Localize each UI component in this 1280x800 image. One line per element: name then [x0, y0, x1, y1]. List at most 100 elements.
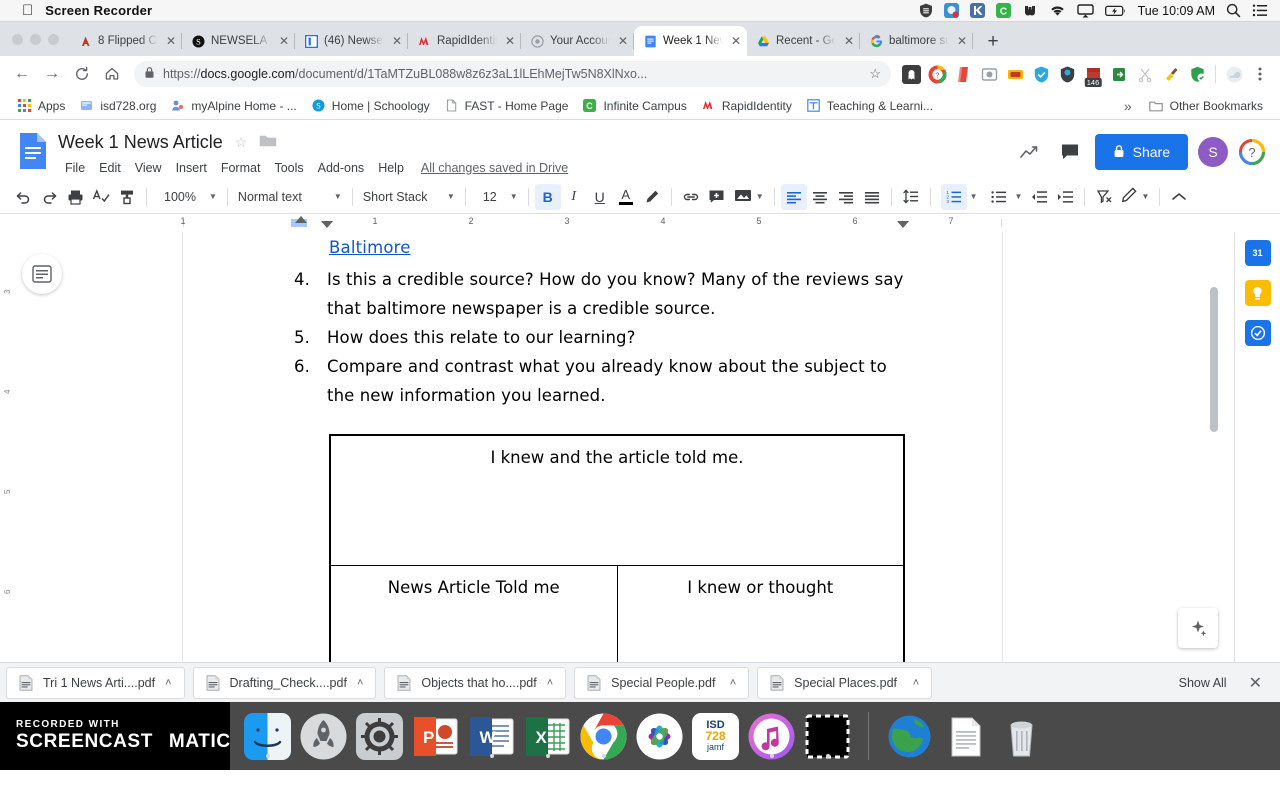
menu-view[interactable]: View: [128, 158, 169, 178]
table-header-cell[interactable]: I knew and the article told me.: [329, 434, 905, 566]
scissors-icon[interactable]: [1133, 62, 1157, 86]
document-hyperlink[interactable]: Baltimore: [329, 238, 906, 257]
apple-menu-icon[interactable]: : [8, 3, 45, 18]
close-tab-icon[interactable]: ✕: [729, 34, 743, 48]
system-preferences-icon[interactable]: [356, 712, 403, 760]
close-tab-icon[interactable]: ✕: [390, 34, 404, 48]
document-workspace[interactable]: 3 4 5 6 Baltimore 4. Is this a credible …: [0, 232, 1280, 662]
bookmark-teaching-learning[interactable]: Teaching & Learni...: [799, 95, 940, 116]
bookmark-isd728[interactable]: isd728.org: [72, 95, 163, 116]
document-ruler[interactable]: 1 1 2 3 4 5 6 7: [0, 214, 1280, 232]
safari-globe-icon[interactable]: [886, 713, 933, 760]
video-icon[interactable]: [1003, 62, 1027, 86]
screen-recorder-icon[interactable]: [804, 713, 851, 760]
cloud-icon[interactable]: [1222, 62, 1246, 86]
list-item-text[interactable]: Is this a credible source? How do you kn…: [327, 265, 906, 323]
align-justify-button[interactable]: [859, 184, 885, 210]
photos-icon[interactable]: [636, 713, 683, 760]
right-indent-marker[interactable]: [897, 221, 909, 228]
bookmark-myalpine[interactable]: myAlpine Home - ...: [163, 95, 303, 116]
insert-image-dropdown[interactable]: ▼: [730, 184, 768, 210]
window-controls[interactable]: [8, 22, 69, 56]
italic-button[interactable]: I: [561, 184, 587, 210]
battery-icon[interactable]: [1104, 5, 1127, 17]
menu-format[interactable]: Format: [214, 158, 268, 178]
redo-button[interactable]: [36, 184, 62, 210]
browser-tab-6[interactable]: Recent - Goo ✕: [747, 26, 860, 56]
bulleted-list-button[interactable]: [986, 184, 1012, 210]
itunes-icon[interactable]: [748, 713, 795, 760]
bulleted-list-dropdown[interactable]: ▼: [982, 184, 1027, 210]
increase-indent-button[interactable]: [1052, 184, 1078, 210]
text-color-button[interactable]: A: [613, 184, 639, 210]
close-downloads-shelf-button[interactable]: ✕: [1243, 673, 1268, 693]
font-family-dropdown[interactable]: Short Stack ▼: [359, 184, 459, 210]
browser-tab-3[interactable]: RapidIdentity ✕: [408, 26, 521, 56]
numbered-list-dropdown[interactable]: 123 ▼: [937, 183, 982, 210]
list-item[interactable]: 6. Compare and contrast what you already…: [279, 352, 906, 410]
document-outline-button[interactable]: [22, 254, 62, 294]
shield-dark-icon[interactable]: [1055, 62, 1079, 86]
bookmarks-overflow-button[interactable]: »: [1114, 98, 1142, 114]
document-page[interactable]: Baltimore 4. Is this a credible source? …: [183, 232, 1002, 662]
menu-edit[interactable]: Edit: [92, 158, 128, 178]
calendar-icon[interactable]: 31: [1244, 240, 1271, 266]
clear-formatting-button[interactable]: [1091, 184, 1117, 210]
browser-tab-4[interactable]: Your Account ✕: [521, 26, 634, 56]
ruler-track[interactable]: 1 1 2 3 4 5 6 7: [180, 214, 1002, 231]
home-button[interactable]: [98, 60, 126, 88]
list-item-text[interactable]: Compare and contrast what you already kn…: [327, 352, 906, 410]
avatar[interactable]: S: [1198, 137, 1228, 167]
checkmark-shield-icon[interactable]: [1185, 62, 1209, 86]
chevron-up-icon[interactable]: ˄: [547, 677, 553, 689]
chrome-profile-icon[interactable]: ?: [925, 62, 949, 86]
page-title[interactable]: Week 1 News Article: [58, 132, 223, 153]
word-icon[interactable]: W: [468, 713, 515, 760]
three-dot-menu-icon[interactable]: [1248, 62, 1272, 86]
align-center-button[interactable]: [807, 184, 833, 210]
finder-icon[interactable]: [244, 712, 291, 760]
chevron-up-icon[interactable]: ˄: [913, 677, 919, 689]
binoculars-icon[interactable]: [1022, 4, 1038, 18]
minimize-window-button[interactable]: [30, 33, 41, 45]
google-docs-app-icon[interactable]: [18, 132, 48, 170]
search-icon[interactable]: [1226, 3, 1241, 18]
close-tab-icon[interactable]: ✕: [842, 34, 856, 48]
forward-button[interactable]: →: [38, 60, 66, 88]
bookmark-schoology[interactable]: S Home | Schoology: [304, 95, 437, 116]
table-row[interactable]: News Article Told me I knew or thought: [329, 564, 905, 662]
dropbox-icon[interactable]: [943, 3, 959, 18]
browser-tab-5-active[interactable]: Week 1 New ✕: [634, 26, 747, 56]
close-tab-icon[interactable]: ✕: [503, 34, 517, 48]
close-tab-icon[interactable]: ✕: [164, 34, 178, 48]
first-line-indent-marker[interactable]: [295, 216, 307, 223]
decrease-indent-button[interactable]: [1026, 184, 1052, 210]
share-button[interactable]: Share: [1094, 134, 1188, 170]
line-spacing-button[interactable]: [898, 184, 924, 210]
comparison-table[interactable]: I knew and the article told me. News Art…: [329, 434, 905, 662]
underline-button[interactable]: U: [587, 184, 613, 210]
star-icon[interactable]: ☆: [869, 66, 881, 82]
browser-tab-1[interactable]: S NEWSELA | S ✕: [182, 26, 295, 56]
bold-button[interactable]: B: [534, 183, 561, 210]
other-bookmarks-button[interactable]: Other Bookmarks: [1142, 95, 1270, 116]
list-item-text[interactable]: How does this relate to our learning?: [327, 323, 906, 352]
shield-blue-icon[interactable]: [1029, 62, 1053, 86]
table-row[interactable]: I knew and the article told me.: [329, 434, 905, 566]
bookmark-infinite-campus[interactable]: C Infinite Campus: [575, 95, 693, 116]
list-item[interactable]: 4. Is this a credible source? How do you…: [279, 265, 906, 323]
wifi-icon[interactable]: [1049, 4, 1066, 17]
edit-mode-dropdown[interactable]: ▼: [1117, 184, 1153, 210]
collapse-toolbar-button[interactable]: [1166, 184, 1192, 210]
spellcheck-button[interactable]: [88, 184, 114, 210]
menu-help[interactable]: Help: [371, 158, 411, 178]
help-question-icon[interactable]: ?: [1238, 138, 1266, 166]
trash-icon[interactable]: [998, 713, 1045, 760]
chevron-down-icon[interactable]: ▼: [970, 192, 978, 201]
browser-tab-7[interactable]: baltimore su ✕: [860, 26, 973, 56]
launchpad-icon[interactable]: [300, 713, 347, 760]
shield-icon[interactable]: [919, 3, 933, 18]
chevron-up-icon[interactable]: ˄: [357, 677, 363, 689]
ghostery-icon[interactable]: [899, 62, 923, 86]
browser-tab-0[interactable]: 8 Flipped Cla ✕: [69, 26, 182, 56]
